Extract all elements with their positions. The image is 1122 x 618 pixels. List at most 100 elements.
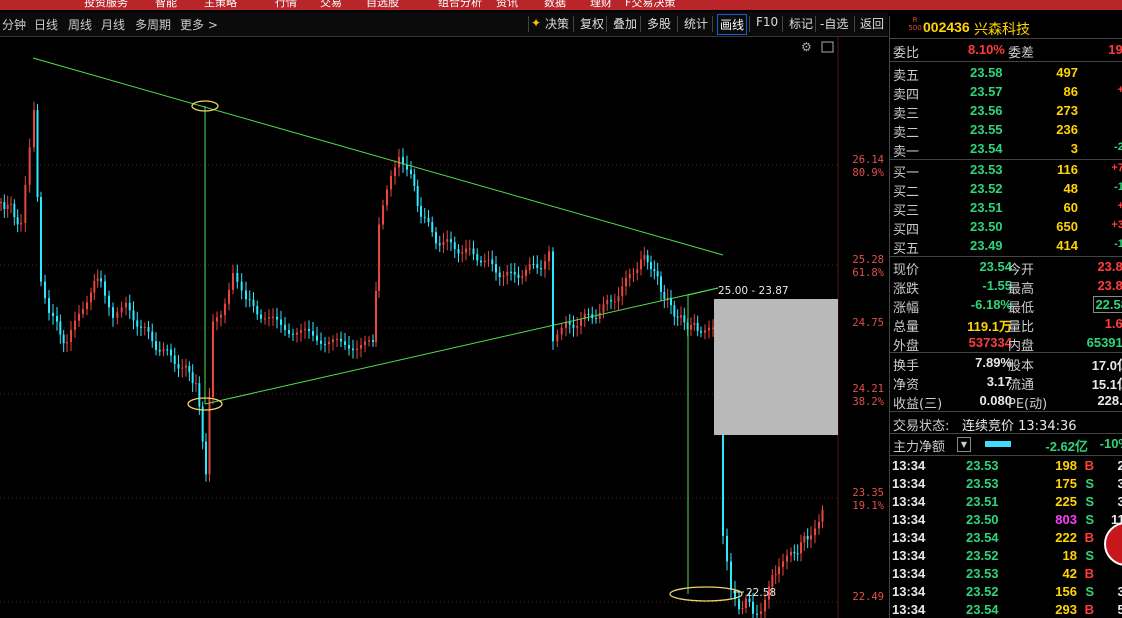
toolbar-action-button[interactable]: 决策 [543, 14, 571, 33]
candle-body [506, 271, 509, 276]
tick-volume: 293 [1055, 602, 1077, 617]
candle-body [368, 340, 370, 342]
candle-body [348, 344, 350, 349]
candle-body [628, 273, 631, 279]
low-annotation-label: 22.58 [746, 587, 776, 599]
candle-body [495, 264, 497, 273]
tick-price: 23.53 [966, 458, 999, 473]
top-menu-item[interactable]: 智能 [155, 0, 177, 10]
stat-value: 228.2 [1097, 393, 1122, 408]
candle-body [696, 322, 699, 332]
candle-body [595, 318, 597, 320]
candle-body [304, 329, 306, 331]
window-toggle-icon[interactable] [821, 41, 834, 53]
candle-body [386, 189, 388, 206]
top-menu-item[interactable]: 投资服务 [84, 0, 128, 10]
toolbar-action-button[interactable]: 复权 [578, 14, 606, 33]
bid-change: -13 [1114, 181, 1122, 193]
candle-body [352, 348, 354, 351]
stat-row: 外盘537334内盘653913 [890, 334, 1122, 354]
tick-time: 13:34 [892, 476, 926, 491]
toolbar-action-button[interactable]: F10 [754, 14, 780, 30]
period-tab[interactable]: 日线 [34, 16, 58, 33]
tick-side: B [1084, 566, 1094, 581]
candle-body [613, 301, 616, 303]
range-box[interactable] [714, 299, 838, 435]
toolbar-action-button[interactable]: -自选 [818, 14, 850, 33]
top-menu-item[interactable]: 理财 [590, 0, 612, 10]
top-menu-item[interactable]: 资讯 [496, 0, 518, 10]
candle-body [48, 298, 50, 313]
top-menu-item[interactable]: F交易决策 [625, 0, 675, 10]
tick-price: 23.50 [966, 512, 999, 527]
period-tab[interactable]: 分钟 [2, 16, 26, 33]
candle-body [10, 203, 12, 205]
tick-count: 30 [1118, 476, 1122, 491]
ask-price: 23.55 [970, 122, 1003, 137]
top-menu-item[interactable]: 数据 [544, 0, 566, 10]
candle-body [205, 441, 207, 475]
candle-body [344, 341, 346, 345]
dropdown-icon[interactable]: ▼ [957, 437, 971, 452]
candle-body [188, 365, 191, 373]
candle-body [438, 243, 441, 246]
settings-gear-icon[interactable]: ⚙ [801, 40, 812, 54]
candle-body [93, 280, 96, 293]
toolbar-divider [712, 16, 713, 32]
tick-row: 13:3423.5342B7 [890, 565, 1122, 584]
bid-volume: 116 [1057, 162, 1078, 177]
top-menu-item[interactable]: 主策略 [204, 0, 237, 10]
candle-body [525, 269, 527, 277]
candle-body [528, 264, 531, 270]
period-tab[interactable]: 周线 [68, 16, 92, 33]
candles [0, 101, 824, 618]
candle-body [140, 326, 142, 328]
stat-label: 总量 [893, 320, 920, 335]
tick-time: 13:34 [892, 566, 926, 581]
toolbar-action-button[interactable]: 返回 [858, 14, 886, 33]
candle-body [212, 321, 214, 397]
tick-row: 13:3423.50803S115 [890, 511, 1122, 530]
candle-body [125, 302, 127, 308]
ellipse-markers[interactable] [187, 100, 743, 602]
stat-label: PE(动) [1008, 397, 1048, 412]
candle-body [104, 281, 106, 296]
candle-body [536, 264, 539, 269]
toolbar-action-button[interactable]: 标记 [787, 14, 815, 33]
candle-body [730, 561, 732, 590]
main-flow-pct: -10% [1099, 436, 1122, 451]
stat-value: 23.87 [1097, 278, 1122, 293]
tick-volume: 42 [1062, 566, 1077, 581]
top-menu-item[interactable]: 组合分析 [438, 0, 482, 10]
fib-pct-label: 80.9% [852, 167, 884, 179]
toolbar-action-button[interactable]: 叠加 [611, 14, 639, 33]
top-menu-item[interactable]: 自选股 [366, 0, 399, 10]
bid-label: 买五 [893, 242, 920, 257]
period-tab[interactable]: 月线 [101, 16, 125, 33]
candle-body [435, 232, 437, 244]
top-menu-item[interactable]: 交易 [320, 0, 342, 10]
period-tab[interactable]: 多周期 [135, 16, 171, 33]
candle-body [427, 217, 430, 223]
period-tab[interactable]: 更多 > [180, 16, 218, 33]
bid-row: 买五 23.49 414 -13 [890, 237, 1122, 257]
kline-chart[interactable]: 26.1480.9% 25.2861.8% 24.75 24.2138.2% 23.35… [0, 37, 888, 618]
candle-body [6, 204, 9, 209]
candle-body [745, 598, 747, 608]
toolbar-action-button[interactable]: 统计 [682, 14, 710, 33]
candle-body [166, 349, 169, 351]
candle-body [760, 611, 762, 614]
toolbar-divider [677, 16, 678, 32]
candle-body [803, 535, 806, 543]
candle-body [372, 340, 374, 342]
toolbar-divider [815, 16, 816, 32]
candle-body [20, 223, 22, 225]
toolbar-action-button[interactable]: 画线 [717, 14, 748, 35]
tick-count: 53 [1118, 602, 1122, 617]
toolbar-action-button[interactable]: 多股 [645, 14, 673, 33]
fib-pct-label: 19.1% [852, 500, 884, 512]
stat-row: 涨跌-1.55最高23.87 [890, 277, 1122, 297]
candle-body [774, 574, 777, 576]
top-menu-item[interactable]: 行情 [275, 0, 297, 10]
candle-body [598, 312, 601, 319]
